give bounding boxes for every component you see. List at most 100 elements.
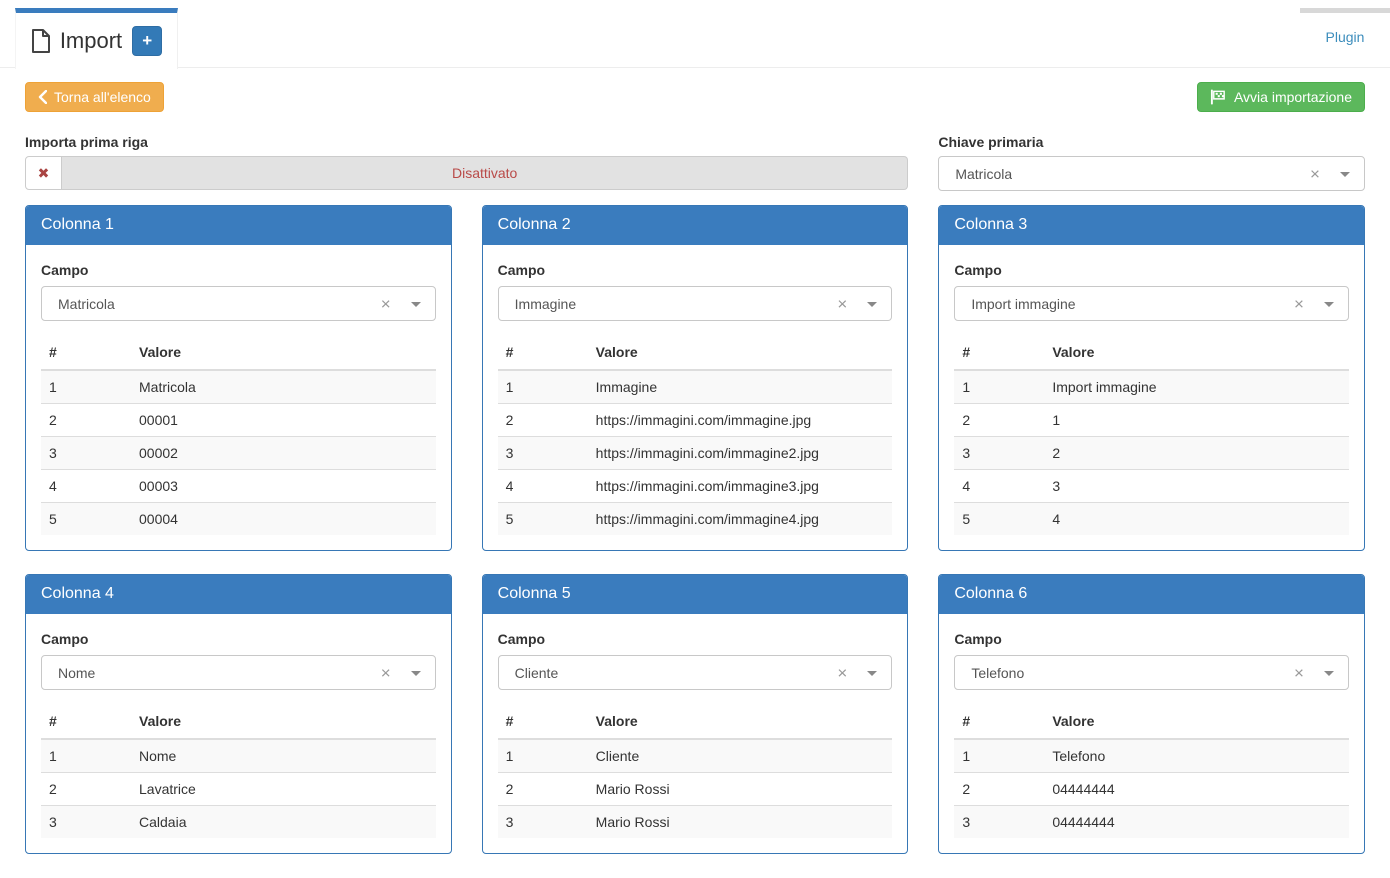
table-row: 1Matricola bbox=[41, 370, 436, 404]
field-select[interactable]: Cliente × bbox=[498, 655, 893, 690]
column-panel-3: Colonna 3 Campo Import immagine × # Valo… bbox=[938, 205, 1365, 551]
table-row: 500004 bbox=[41, 503, 436, 536]
tab-plugin[interactable]: Plugin bbox=[1300, 8, 1390, 60]
import-first-row-label: Importa prima riga bbox=[25, 134, 908, 150]
table-row: 3https://immagini.com/immagine2.jpg bbox=[498, 437, 893, 470]
field-select[interactable]: Import immagine × bbox=[954, 286, 1349, 321]
toolbar: Torna all'elenco Avvia importazione bbox=[0, 68, 1390, 112]
field-label: Campo bbox=[498, 631, 893, 647]
row-index: 4 bbox=[498, 470, 588, 503]
column-panel-6: Colonna 6 Campo Telefono × # Valore 1Tel… bbox=[938, 574, 1365, 854]
row-index: 3 bbox=[41, 806, 131, 839]
clear-selection-icon[interactable]: × bbox=[833, 662, 851, 683]
table-row: 204444444 bbox=[954, 773, 1349, 806]
row-value: Mario Rossi bbox=[588, 773, 893, 806]
import-first-row-field: Importa prima riga ✖ Disattivato bbox=[25, 134, 908, 191]
clear-selection-icon[interactable]: × bbox=[377, 293, 395, 314]
preview-table: # Valore 1Matricola 200001 300002 400003… bbox=[41, 339, 436, 535]
table-header-value: Valore bbox=[1044, 708, 1349, 739]
row-index: 2 bbox=[41, 404, 131, 437]
column-panel-1: Colonna 1 Campo Matricola × # Valore 1Ma… bbox=[25, 205, 452, 551]
column-panel-4: Colonna 4 Campo Nome × # Valore 1Nome 2L… bbox=[25, 574, 452, 854]
table-row: 1Import immagine bbox=[954, 370, 1349, 404]
table-row: 3Mario Rossi bbox=[498, 806, 893, 839]
tab-bar: Import + Plugin bbox=[0, 0, 1390, 68]
row-value: 00003 bbox=[131, 470, 436, 503]
field-select-value: Import immagine bbox=[971, 296, 1075, 312]
row-index: 1 bbox=[498, 739, 588, 773]
row-index: 2 bbox=[498, 773, 588, 806]
field-label: Campo bbox=[41, 631, 436, 647]
row-value: Caldaia bbox=[131, 806, 436, 839]
chevron-left-icon bbox=[38, 90, 47, 104]
back-to-list-button[interactable]: Torna all'elenco bbox=[25, 82, 164, 112]
column-panel-2: Colonna 2 Campo Immagine × # Valore 1Imm… bbox=[482, 205, 909, 551]
table-row: 2https://immagini.com/immagine.jpg bbox=[498, 404, 893, 437]
column-panel-title: Colonna 2 bbox=[483, 206, 908, 245]
back-to-list-label: Torna all'elenco bbox=[54, 89, 151, 105]
row-value: 04444444 bbox=[1044, 773, 1349, 806]
row-index: 3 bbox=[498, 806, 588, 839]
table-row: 304444444 bbox=[954, 806, 1349, 839]
row-index: 2 bbox=[41, 773, 131, 806]
row-value: Mario Rossi bbox=[588, 806, 893, 839]
preview-table: # Valore 1Telefono 204444444 304444444 bbox=[954, 708, 1349, 838]
clear-selection-icon[interactable]: × bbox=[1290, 293, 1308, 314]
clear-selection-icon[interactable]: × bbox=[1290, 662, 1308, 683]
table-header-num: # bbox=[954, 708, 1044, 739]
table-row: 32 bbox=[954, 437, 1349, 470]
row-index: 5 bbox=[498, 503, 588, 536]
table-row: 1Immagine bbox=[498, 370, 893, 404]
preview-table: # Valore 1Cliente 2Mario Rossi 3Mario Ro… bbox=[498, 708, 893, 838]
field-label: Campo bbox=[498, 262, 893, 278]
row-value: Cliente bbox=[588, 739, 893, 773]
primary-key-select[interactable]: Matricola × bbox=[938, 156, 1365, 191]
row-value: Telefono bbox=[1044, 739, 1349, 773]
chevron-down-icon bbox=[1324, 671, 1334, 676]
field-select[interactable]: Telefono × bbox=[954, 655, 1349, 690]
primary-key-field: Chiave primaria Matricola × bbox=[938, 134, 1365, 191]
tab-import[interactable]: Import + bbox=[15, 8, 178, 69]
clear-selection-icon[interactable]: × bbox=[1306, 163, 1324, 184]
plugin-link[interactable]: Plugin bbox=[1326, 29, 1365, 45]
table-row: 5https://immagini.com/immagine4.jpg bbox=[498, 503, 893, 536]
table-header-num: # bbox=[41, 708, 131, 739]
row-value: Import immagine bbox=[1044, 370, 1349, 404]
column-panel-title: Colonna 4 bbox=[26, 575, 451, 614]
row-index: 5 bbox=[41, 503, 131, 536]
clear-selection-icon[interactable]: × bbox=[377, 662, 395, 683]
row-index: 5 bbox=[954, 503, 1044, 536]
start-import-button[interactable]: Avvia importazione bbox=[1197, 82, 1365, 112]
table-row: 21 bbox=[954, 404, 1349, 437]
row-index: 4 bbox=[954, 470, 1044, 503]
table-row: 300002 bbox=[41, 437, 436, 470]
row-value: 3 bbox=[1044, 470, 1349, 503]
column-panel-title: Colonna 1 bbox=[26, 206, 451, 245]
remove-icon[interactable]: ✖ bbox=[25, 156, 62, 190]
table-header-num: # bbox=[498, 708, 588, 739]
row-value: 1 bbox=[1044, 404, 1349, 437]
field-select-value: Immagine bbox=[515, 296, 576, 312]
field-select[interactable]: Nome × bbox=[41, 655, 436, 690]
row-value: https://immagini.com/immagine2.jpg bbox=[588, 437, 893, 470]
table-row: 43 bbox=[954, 470, 1349, 503]
add-import-button[interactable]: + bbox=[132, 26, 162, 56]
row-value: Nome bbox=[131, 739, 436, 773]
row-index: 3 bbox=[41, 437, 131, 470]
field-select[interactable]: Immagine × bbox=[498, 286, 893, 321]
row-value: Immagine bbox=[588, 370, 893, 404]
field-select-value: Cliente bbox=[515, 665, 559, 681]
table-row: 2Mario Rossi bbox=[498, 773, 893, 806]
field-select[interactable]: Matricola × bbox=[41, 286, 436, 321]
row-value: Matricola bbox=[131, 370, 436, 404]
row-value: 00002 bbox=[131, 437, 436, 470]
table-row: 1Nome bbox=[41, 739, 436, 773]
table-header-num: # bbox=[954, 339, 1044, 370]
table-row: 200001 bbox=[41, 404, 436, 437]
row-index: 3 bbox=[954, 806, 1044, 839]
clear-selection-icon[interactable]: × bbox=[833, 293, 851, 314]
row-index: 2 bbox=[498, 404, 588, 437]
row-index: 1 bbox=[41, 739, 131, 773]
flag-checkered-icon bbox=[1210, 89, 1227, 105]
table-row: 3Caldaia bbox=[41, 806, 436, 839]
